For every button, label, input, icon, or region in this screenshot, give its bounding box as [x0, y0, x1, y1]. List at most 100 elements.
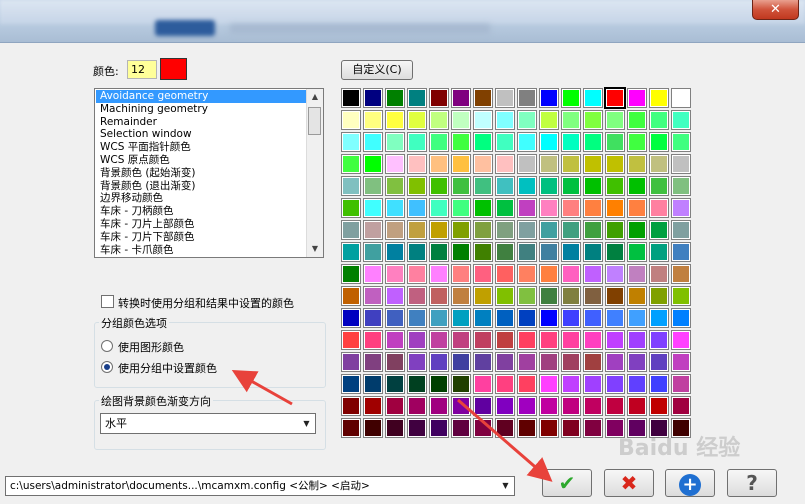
color-swatch[interactable] [517, 264, 537, 284]
color-swatch[interactable] [495, 176, 515, 196]
color-swatch[interactable] [429, 330, 449, 350]
color-swatch[interactable] [627, 330, 647, 350]
color-swatch[interactable] [671, 396, 691, 416]
color-swatch[interactable] [627, 176, 647, 196]
color-swatch[interactable] [385, 88, 405, 108]
config-path-field[interactable]: c:\users\administrator\documents...\mcam… [5, 476, 515, 496]
color-swatch[interactable] [473, 154, 493, 174]
color-swatch[interactable] [671, 242, 691, 262]
color-swatch[interactable] [473, 88, 493, 108]
color-swatch[interactable] [341, 176, 361, 196]
color-swatch[interactable] [341, 308, 361, 328]
color-swatch[interactable] [363, 418, 383, 438]
color-swatch[interactable] [495, 220, 515, 240]
color-swatch[interactable] [627, 264, 647, 284]
color-swatch[interactable] [583, 330, 603, 350]
color-swatch[interactable] [473, 198, 493, 218]
color-swatch[interactable] [407, 110, 427, 130]
color-swatch[interactable] [517, 220, 537, 240]
color-swatch[interactable] [385, 286, 405, 306]
color-swatch[interactable] [407, 352, 427, 372]
color-swatch[interactable] [561, 352, 581, 372]
color-swatch[interactable] [605, 154, 625, 174]
color-swatch[interactable] [649, 88, 669, 108]
color-swatch[interactable] [407, 330, 427, 350]
color-swatch[interactable] [604, 87, 626, 109]
color-swatch[interactable] [627, 352, 647, 372]
scroll-down-icon[interactable]: ▼ [307, 241, 323, 257]
list-item[interactable]: Remainder [96, 116, 306, 129]
color-swatch[interactable] [495, 418, 515, 438]
color-swatch[interactable] [583, 308, 603, 328]
color-swatch[interactable] [495, 286, 515, 306]
color-swatch[interactable] [627, 396, 647, 416]
use-group-setting-radio[interactable] [101, 361, 113, 373]
color-swatch[interactable] [473, 374, 493, 394]
color-swatch[interactable] [561, 308, 581, 328]
help-button[interactable]: ? [727, 469, 777, 497]
color-swatch[interactable] [363, 110, 383, 130]
list-item[interactable]: 背景颜色 (退出渐变) [96, 180, 306, 193]
color-swatch[interactable] [385, 352, 405, 372]
color-swatch[interactable] [583, 396, 603, 416]
color-swatch[interactable] [341, 88, 361, 108]
list-item[interactable]: 车床 - 刀片下部颜色 [96, 231, 306, 244]
color-swatch[interactable] [429, 264, 449, 284]
color-swatch[interactable] [341, 352, 361, 372]
color-swatch[interactable] [517, 88, 537, 108]
color-swatch[interactable] [363, 154, 383, 174]
color-swatch[interactable] [385, 198, 405, 218]
list-item[interactable]: 车床 - 刀柄颜色 [96, 205, 306, 218]
color-swatch[interactable] [517, 132, 537, 152]
color-swatch[interactable] [429, 308, 449, 328]
color-swatch[interactable] [539, 176, 559, 196]
color-swatch[interactable] [605, 198, 625, 218]
color-swatch[interactable] [363, 264, 383, 284]
list-item[interactable]: WCS 原点颜色 [96, 154, 306, 167]
color-swatch[interactable] [517, 154, 537, 174]
color-swatch[interactable] [473, 110, 493, 130]
color-swatch[interactable] [473, 330, 493, 350]
list-item[interactable]: WCS 平面指针颜色 [96, 141, 306, 154]
color-swatch[interactable] [385, 264, 405, 284]
color-swatch[interactable] [407, 88, 427, 108]
color-swatch[interactable] [671, 286, 691, 306]
color-swatch[interactable] [363, 308, 383, 328]
color-swatch[interactable] [627, 286, 647, 306]
color-swatch[interactable] [451, 330, 471, 350]
color-swatch[interactable] [605, 352, 625, 372]
use-group-colors-checkbox[interactable] [101, 295, 114, 308]
color-swatch[interactable] [451, 418, 471, 438]
color-swatch[interactable] [649, 242, 669, 262]
color-swatch[interactable] [429, 198, 449, 218]
scroll-up-icon[interactable]: ▲ [307, 89, 323, 105]
color-swatch[interactable] [341, 154, 361, 174]
color-swatch[interactable] [627, 132, 647, 152]
color-swatch[interactable] [649, 176, 669, 196]
color-swatch[interactable] [671, 110, 691, 130]
color-swatch[interactable] [473, 352, 493, 372]
color-swatch[interactable] [561, 198, 581, 218]
color-swatch[interactable] [561, 330, 581, 350]
color-swatch[interactable] [429, 418, 449, 438]
color-swatch[interactable] [561, 264, 581, 284]
color-swatch[interactable] [407, 132, 427, 152]
color-swatch[interactable] [451, 176, 471, 196]
color-swatch[interactable] [561, 132, 581, 152]
color-swatch[interactable] [341, 110, 361, 130]
cancel-button[interactable]: ✖ [604, 469, 654, 497]
color-swatch[interactable] [583, 132, 603, 152]
chevron-down-icon[interactable]: ▼ [299, 415, 314, 432]
color-swatch[interactable] [473, 242, 493, 262]
color-swatch[interactable] [561, 220, 581, 240]
color-swatch[interactable] [517, 330, 537, 350]
color-swatch[interactable] [561, 154, 581, 174]
color-swatch[interactable] [473, 176, 493, 196]
color-swatch[interactable] [605, 308, 625, 328]
window-close-button[interactable]: ✕ [752, 0, 799, 20]
color-swatch[interactable] [517, 198, 537, 218]
color-swatch[interactable] [605, 396, 625, 416]
color-swatch[interactable] [671, 198, 691, 218]
color-swatch[interactable] [561, 88, 581, 108]
custom-color-button[interactable]: 自定义(C) [341, 60, 413, 80]
